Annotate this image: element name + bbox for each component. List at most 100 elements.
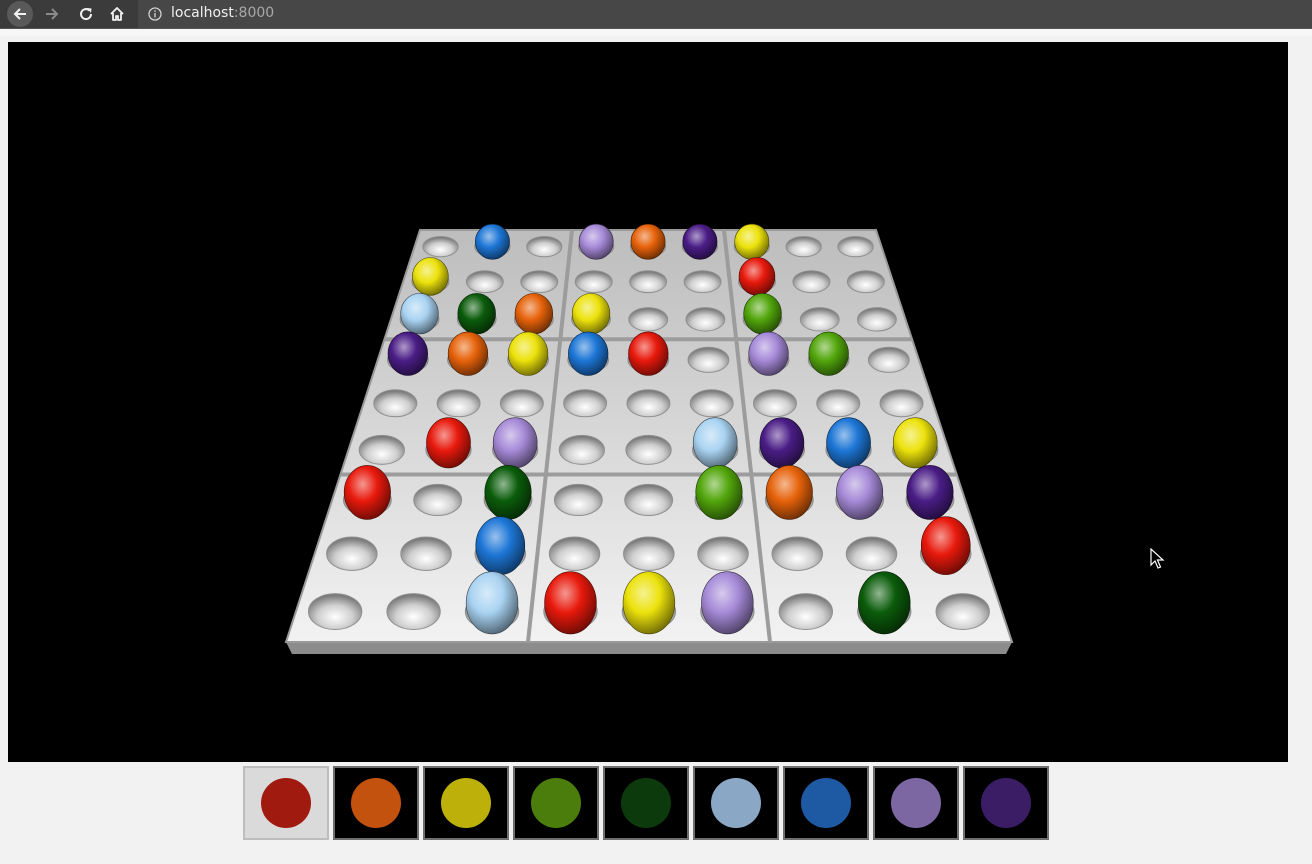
board-cell[interactable]	[683, 270, 722, 294]
marble-darkgreen[interactable]	[858, 571, 911, 635]
marble-purple[interactable]	[682, 223, 718, 260]
marble-yellow[interactable]	[412, 257, 449, 296]
marble-yellow[interactable]	[892, 417, 938, 469]
board-cell[interactable]	[358, 434, 405, 465]
board-cell[interactable]	[771, 536, 824, 571]
board-cell[interactable]	[413, 483, 463, 517]
board-cell[interactable]	[785, 235, 822, 258]
cell-hole	[326, 536, 378, 571]
board-cell[interactable]	[386, 593, 441, 630]
marble-orange[interactable]	[447, 331, 489, 376]
marble-green[interactable]	[695, 465, 743, 520]
marble-green[interactable]	[808, 331, 849, 376]
marble-yellow[interactable]	[622, 571, 676, 635]
board-cell[interactable]	[400, 536, 452, 571]
marble-yellow[interactable]	[571, 293, 611, 335]
board-cell[interactable]	[685, 307, 726, 332]
board-cell[interactable]	[574, 270, 613, 294]
board-cell[interactable]	[422, 235, 459, 258]
board-cell[interactable]	[553, 483, 603, 517]
marble-lightblue[interactable]	[692, 417, 738, 469]
marble-red[interactable]	[343, 465, 391, 520]
marble-blue[interactable]	[474, 223, 510, 260]
board-cell[interactable]	[845, 536, 898, 571]
marble-lavender[interactable]	[578, 223, 614, 260]
board-cell[interactable]	[307, 593, 363, 630]
mouse-cursor-icon	[1150, 548, 1165, 569]
board-cell[interactable]	[628, 307, 669, 332]
palette-swatch-darkgreen[interactable]	[603, 766, 689, 840]
board-cell[interactable]	[629, 270, 668, 294]
marble-purple[interactable]	[759, 417, 805, 469]
board-cell[interactable]	[752, 389, 797, 418]
marble-red[interactable]	[426, 417, 471, 469]
board-cell[interactable]	[436, 389, 481, 418]
palette-swatch-lightblue[interactable]	[693, 766, 779, 840]
marble-lavender[interactable]	[492, 417, 538, 469]
marble-red[interactable]	[920, 516, 971, 575]
board-cell[interactable]	[687, 346, 730, 373]
sudoku-board[interactable]	[8, 42, 1288, 762]
forward-button[interactable]	[40, 2, 64, 26]
board-cell[interactable]	[625, 434, 672, 465]
board-cell[interactable]	[879, 389, 924, 418]
board-cell[interactable]	[778, 593, 833, 630]
back-button[interactable]	[7, 1, 33, 27]
palette-swatch-red[interactable]	[243, 766, 329, 840]
board-cell[interactable]	[626, 389, 671, 418]
board-cell[interactable]	[623, 536, 675, 571]
marble-red[interactable]	[544, 571, 597, 635]
marble-darkgreen[interactable]	[457, 293, 496, 335]
board-cell[interactable]	[837, 235, 874, 258]
marble-blue[interactable]	[826, 417, 871, 469]
marble-blue[interactable]	[475, 516, 526, 575]
game-canvas[interactable]	[8, 42, 1288, 762]
board-cell[interactable]	[792, 270, 831, 294]
board-cell[interactable]	[867, 346, 910, 373]
marble-darkgreen[interactable]	[484, 465, 532, 520]
address-bar[interactable]: localhost:8000	[138, 0, 1312, 28]
marble-red[interactable]	[628, 331, 669, 376]
palette-swatch-purple[interactable]	[963, 766, 1049, 840]
marble-blue[interactable]	[568, 331, 609, 376]
palette-swatch-blue[interactable]	[783, 766, 869, 840]
palette-swatch-orange[interactable]	[333, 766, 419, 840]
marble-green[interactable]	[743, 293, 782, 335]
board-cell[interactable]	[326, 536, 378, 571]
marble-yellow[interactable]	[507, 331, 549, 376]
board-cell[interactable]	[373, 389, 418, 418]
marble-yellow[interactable]	[734, 223, 770, 260]
marble-orange[interactable]	[630, 223, 666, 260]
marble-orange[interactable]	[514, 293, 554, 335]
board-cell[interactable]	[816, 389, 861, 418]
board-cell[interactable]	[697, 536, 749, 571]
board-cell[interactable]	[548, 536, 601, 571]
board-cell[interactable]	[526, 235, 563, 258]
palette-swatch-yellow[interactable]	[423, 766, 509, 840]
board-cell[interactable]	[689, 389, 734, 418]
marble-lightblue[interactable]	[400, 293, 439, 335]
marble-purple[interactable]	[906, 465, 954, 520]
info-icon[interactable]	[148, 7, 162, 21]
board-cell[interactable]	[799, 307, 840, 332]
board-cell[interactable]	[499, 389, 544, 418]
marble-red[interactable]	[738, 257, 776, 296]
marble-lavender[interactable]	[701, 571, 754, 635]
palette-swatch-green[interactable]	[513, 766, 599, 840]
marble-orange[interactable]	[765, 465, 813, 520]
marble-lavender[interactable]	[836, 465, 884, 520]
board-cell[interactable]	[624, 483, 674, 517]
palette-swatch-lavender[interactable]	[873, 766, 959, 840]
board-cell[interactable]	[846, 270, 885, 294]
reload-button[interactable]	[74, 2, 98, 26]
board-cell[interactable]	[935, 593, 990, 630]
board-cell[interactable]	[558, 434, 606, 465]
marble-lightblue[interactable]	[465, 571, 519, 635]
board-cell[interactable]	[856, 307, 897, 332]
home-button[interactable]	[105, 2, 129, 26]
marble-lavender[interactable]	[748, 331, 789, 376]
board-cell[interactable]	[520, 270, 559, 294]
marble-purple[interactable]	[387, 331, 428, 376]
board-cell[interactable]	[465, 270, 504, 294]
board-cell[interactable]	[563, 389, 608, 418]
